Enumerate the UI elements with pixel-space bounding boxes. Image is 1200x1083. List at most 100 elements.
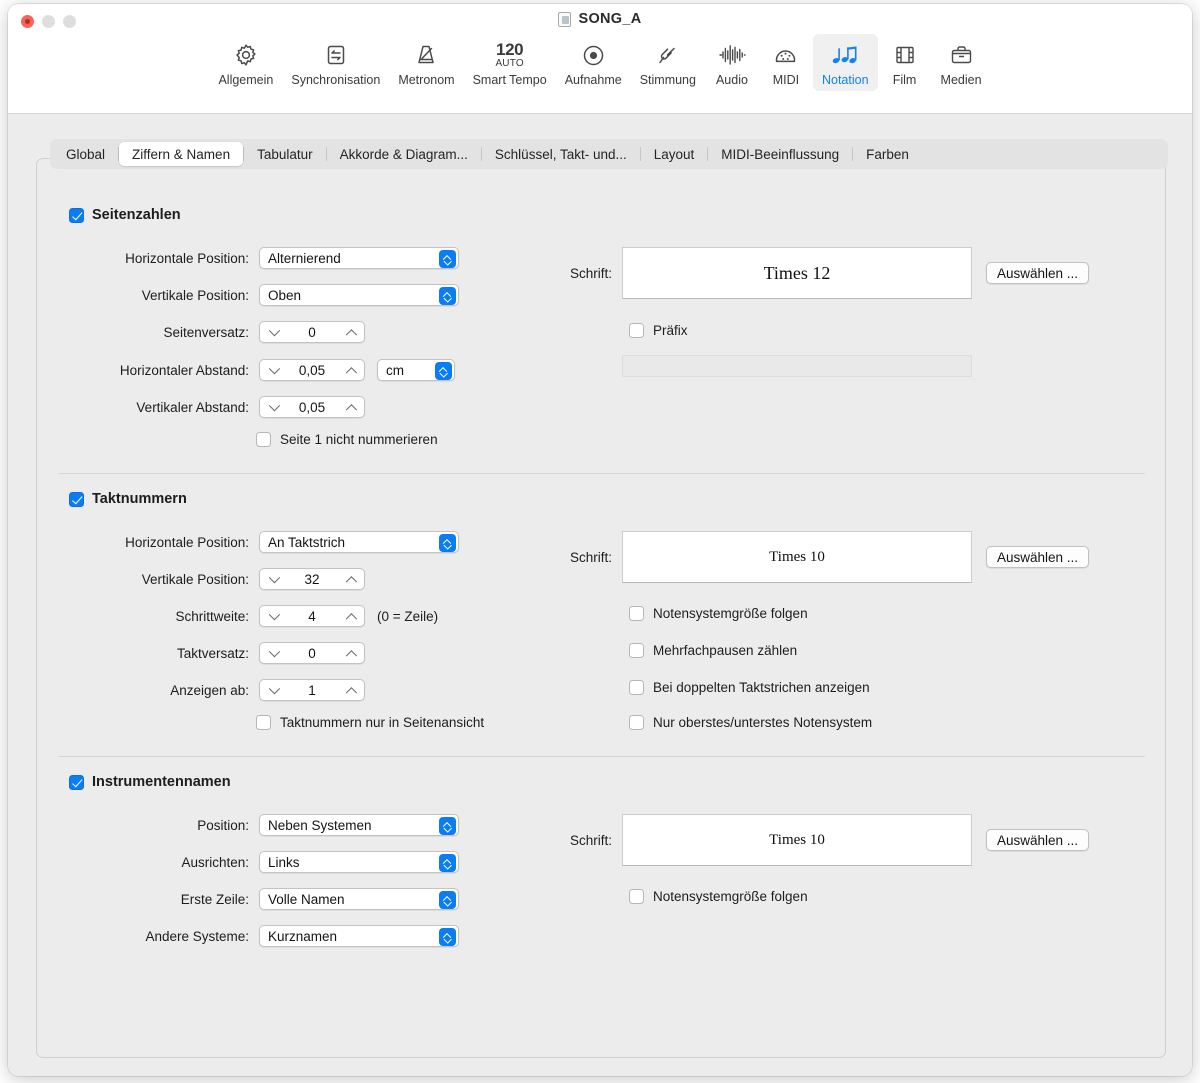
chevron-up-icon[interactable] bbox=[345, 576, 356, 583]
toolbar-item-metronom[interactable]: Metronom bbox=[389, 34, 463, 91]
tab-akkorde-und-diagramme[interactable]: Akkorde & Diagram... bbox=[327, 142, 481, 166]
chevron-up-icon[interactable] bbox=[345, 404, 356, 411]
schrittweite-stepper[interactable]: 4 bbox=[259, 605, 365, 627]
seite-1-nicht-nummerieren-row[interactable]: Seite 1 nicht nummerieren bbox=[256, 432, 438, 447]
bei-doppelten-taktstrichen-row[interactable]: Bei doppelten Taktstrichen anzeigen bbox=[629, 680, 870, 695]
tuning-fork-icon bbox=[655, 39, 680, 71]
tab-midi-beeinflussung[interactable]: MIDI-Beeinflussung bbox=[708, 142, 852, 166]
schrift-auswaehlen-button-instrumentennamen[interactable]: Auswählen ... bbox=[986, 829, 1090, 851]
window-title: SONG_A bbox=[578, 11, 642, 27]
vertikaler-abstand-stepper[interactable]: 0,05 bbox=[259, 396, 365, 418]
font-preview-instrumentennamen[interactable]: Times 10 bbox=[622, 814, 972, 866]
chevron-down-icon[interactable] bbox=[268, 687, 279, 694]
toolbar-item-smart-tempo[interactable]: 120 AUTO Smart Tempo bbox=[464, 34, 556, 91]
takt-horizontale-position-popup[interactable]: An Taktstrich bbox=[259, 531, 459, 553]
schrift-auswaehlen-button-taktnummern[interactable]: Auswählen ... bbox=[986, 546, 1090, 568]
chevron-down-icon[interactable] bbox=[268, 329, 279, 336]
horizontale-position-popup[interactable]: Alternierend bbox=[259, 247, 459, 269]
notensystemgroesse-folgen-row-takt[interactable]: Notensystemgröße folgen bbox=[629, 606, 808, 621]
field-label: Position: bbox=[197, 817, 249, 833]
field-label: Seitenversatz: bbox=[163, 324, 249, 340]
chevron-updown-icon bbox=[438, 534, 456, 552]
mehrfachpausen-zaehlen-checkbox[interactable] bbox=[629, 643, 644, 658]
field-label: Erste Zeile: bbox=[180, 891, 249, 907]
tab-label: Akkorde & Diagram... bbox=[339, 146, 468, 162]
section-header-instrumentennamen: Instrumentennamen bbox=[69, 774, 231, 790]
toolbar-item-allgemein[interactable]: Allgemein bbox=[209, 34, 282, 91]
toolbar-item-film[interactable]: Film bbox=[878, 34, 932, 91]
toolbar-item-midi[interactable]: MIDI bbox=[759, 34, 813, 91]
taktnummern-enable-checkbox[interactable] bbox=[69, 491, 84, 507]
andere-systeme-popup[interactable]: Kurznamen bbox=[259, 925, 459, 947]
anzeigen-ab-stepper[interactable]: 1 bbox=[259, 679, 365, 701]
chevron-up-icon[interactable] bbox=[345, 329, 356, 336]
horizontaler-abstand-stepper[interactable]: 0,05 bbox=[259, 359, 365, 381]
tab-schluessel-takt-und[interactable]: Schlüssel, Takt- und... bbox=[482, 142, 640, 166]
vertikale-position-popup[interactable]: Oben bbox=[259, 284, 459, 306]
taktnummern-nur-seitenansicht-row[interactable]: Taktnummern nur in Seitenansicht bbox=[256, 715, 484, 730]
seitenzahlen-enable-checkbox[interactable] bbox=[69, 207, 84, 223]
chevron-up-icon[interactable] bbox=[345, 367, 356, 374]
popup-value: Alternierend bbox=[268, 250, 341, 266]
tab-farben[interactable]: Farben bbox=[853, 142, 922, 166]
toolbar-item-aufnahme[interactable]: Aufnahme bbox=[556, 34, 631, 91]
tab-label: MIDI-Beeinflussung bbox=[721, 146, 840, 162]
chevron-up-icon[interactable] bbox=[345, 687, 356, 694]
praefix-checkbox[interactable] bbox=[629, 323, 644, 338]
font-preview-seitenzahlen[interactable]: Times 12 bbox=[622, 247, 972, 299]
toolbar-item-synchronisation[interactable]: Synchronisation bbox=[282, 34, 389, 91]
nur-oberstes-unterstes-notensystem-row[interactable]: Nur oberstes/unterstes Notensystem bbox=[629, 715, 872, 730]
field-label: Horizontaler Abstand: bbox=[119, 362, 249, 378]
chevron-up-icon[interactable] bbox=[345, 650, 356, 657]
toolbar-item-stimmung[interactable]: Stimmung bbox=[631, 34, 705, 91]
seite-1-nicht-nummerieren-checkbox[interactable] bbox=[256, 432, 271, 447]
instrument-position-popup[interactable]: Neben Systemen bbox=[259, 814, 459, 836]
praefix-text-field[interactable] bbox=[622, 355, 972, 377]
tab-ziffern-und-namen[interactable]: Ziffern & Namen bbox=[119, 142, 244, 166]
erste-zeile-popup[interactable]: Volle Namen bbox=[259, 888, 459, 910]
tab-global[interactable]: Global bbox=[53, 142, 118, 166]
button-label: Auswählen ... bbox=[997, 265, 1079, 281]
chevron-down-icon[interactable] bbox=[268, 576, 279, 583]
takt-vertikale-position-stepper[interactable]: 32 bbox=[259, 568, 365, 590]
unit-popup[interactable]: cm bbox=[377, 359, 455, 381]
taktnummern-nur-seitenansicht-checkbox[interactable] bbox=[256, 715, 271, 730]
chevron-down-icon[interactable] bbox=[268, 404, 279, 411]
ausrichten-popup[interactable]: Links bbox=[259, 851, 459, 873]
tab-tabulatur[interactable]: Tabulatur bbox=[244, 142, 326, 166]
chevron-down-icon[interactable] bbox=[268, 650, 279, 657]
praefix-row[interactable]: Präfix bbox=[629, 323, 688, 338]
tab-label: Ziffern & Namen bbox=[132, 146, 231, 162]
tempo-icon: 120 AUTO bbox=[495, 39, 523, 71]
toolbar-item-notation[interactable]: Notation bbox=[812, 34, 878, 91]
taktversatz-stepper[interactable]: 0 bbox=[259, 642, 365, 664]
checkbox-label: Notensystemgröße folgen bbox=[653, 889, 808, 904]
bei-doppelten-taktstrichen-checkbox[interactable] bbox=[629, 680, 644, 695]
font-preview-taktnummern[interactable]: Times 10 bbox=[622, 531, 972, 583]
nur-oberstes-unterstes-notensystem-checkbox[interactable] bbox=[629, 715, 644, 730]
chevron-up-icon[interactable] bbox=[345, 613, 356, 620]
font-preview-value: Times 10 bbox=[769, 831, 825, 848]
section-header-taktnummern: Taktnummern bbox=[69, 491, 187, 507]
toolbar-item-label: Audio bbox=[715, 73, 748, 87]
notensystemgroesse-folgen-checkbox[interactable] bbox=[629, 889, 644, 904]
notensystemgroesse-folgen-row-instrument[interactable]: Notensystemgröße folgen bbox=[629, 889, 808, 904]
schrift-auswaehlen-button-seitenzahlen[interactable]: Auswählen ... bbox=[986, 262, 1090, 284]
field-row-taktversatz: Taktversatz: 0 bbox=[69, 642, 365, 664]
notensystemgroesse-folgen-checkbox[interactable] bbox=[629, 606, 644, 621]
popup-value: Oben bbox=[268, 287, 302, 303]
field-row-horizontale-position: Horizontale Position: Alternierend bbox=[69, 247, 459, 269]
mehrfachpausen-zaehlen-row[interactable]: Mehrfachpausen zählen bbox=[629, 643, 797, 658]
toolbar-item-medien[interactable]: Medien bbox=[932, 34, 991, 91]
chevron-down-icon[interactable] bbox=[268, 613, 279, 620]
tab-layout[interactable]: Layout bbox=[641, 142, 708, 166]
instrumentennamen-enable-checkbox[interactable] bbox=[69, 774, 84, 790]
seitenversatz-stepper[interactable]: 0 bbox=[259, 321, 365, 343]
chevron-updown-icon bbox=[438, 928, 456, 946]
toolbar-item-label: MIDI bbox=[772, 73, 800, 87]
field-row-vertikaler-abstand: Vertikaler Abstand: 0,05 bbox=[69, 396, 365, 418]
toolbar-item-label: Notation bbox=[821, 73, 869, 87]
waveform-icon bbox=[718, 39, 746, 71]
chevron-down-icon[interactable] bbox=[268, 367, 279, 374]
toolbar-item-audio[interactable]: Audio bbox=[705, 34, 759, 91]
